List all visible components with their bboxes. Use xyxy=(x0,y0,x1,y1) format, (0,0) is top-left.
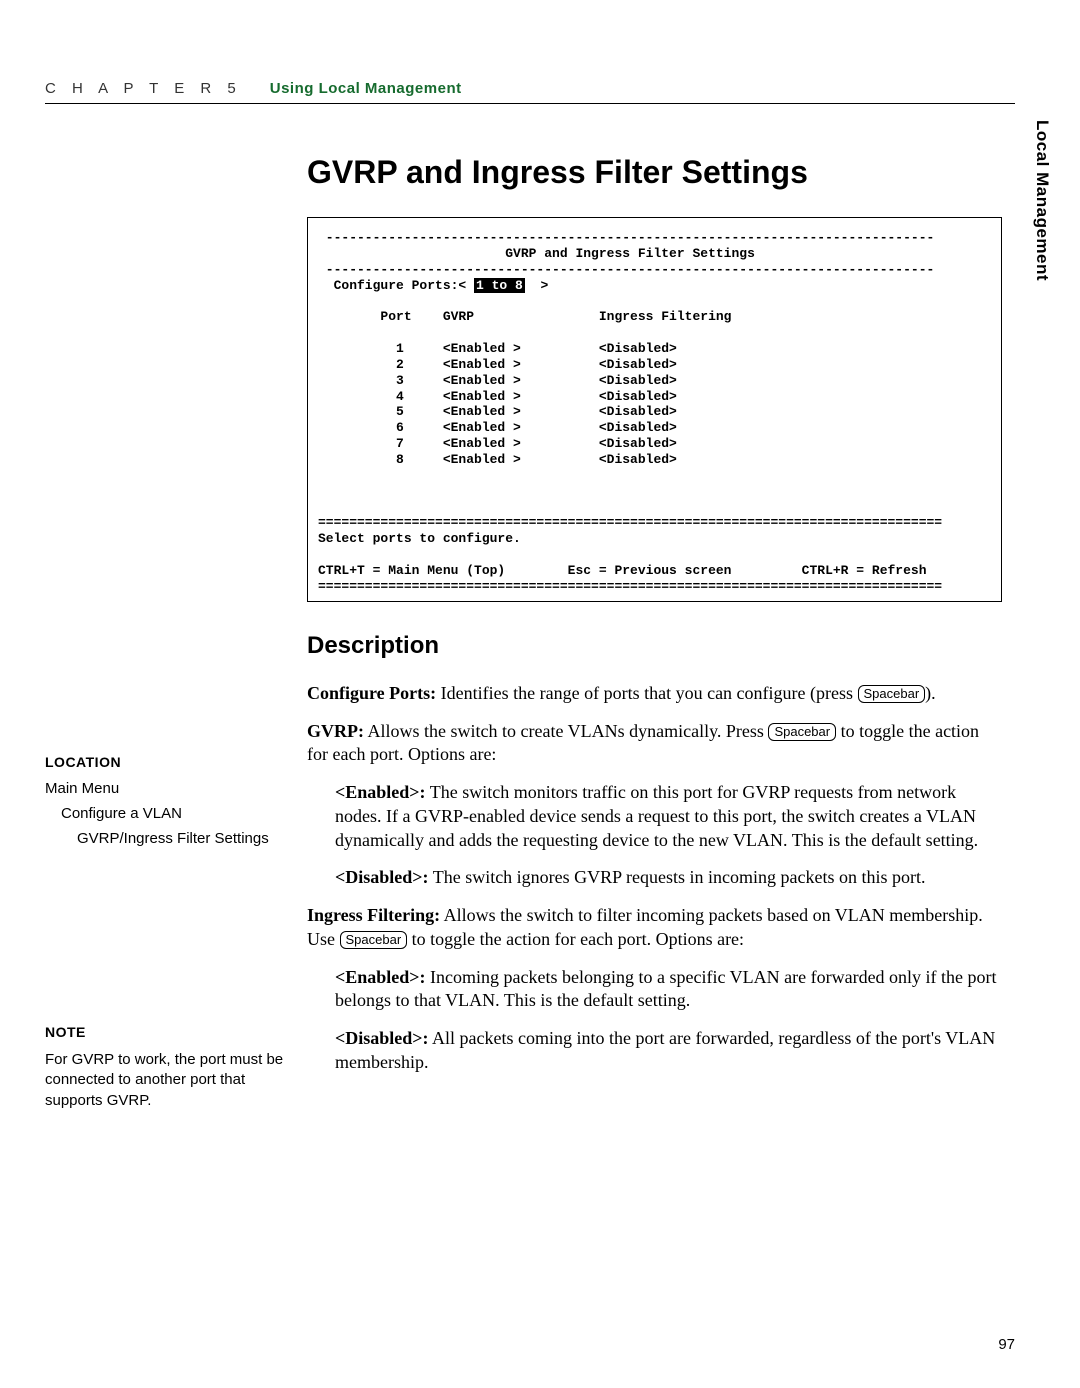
side-tab: Local Management xyxy=(1032,120,1052,281)
location-l0: Main Menu xyxy=(45,780,269,797)
location-l1: Configure a VLAN xyxy=(45,805,269,822)
ingress-disabled-label: <Disabled>: xyxy=(335,1028,429,1048)
page-number: 97 xyxy=(998,1336,1015,1353)
configure-ports-para: Configure Ports: Identifies the range of… xyxy=(307,682,1002,706)
gvrp-disabled-para: <Disabled>: The switch ignores GVRP requ… xyxy=(335,866,1002,890)
ingress-enabled-label: <Enabled>: xyxy=(335,967,426,987)
page-title: GVRP and Ingress Filter Settings xyxy=(307,154,1002,191)
spacebar-key-icon: Spacebar xyxy=(858,685,926,703)
note-text: For GVRP to work, the port must be conne… xyxy=(45,1050,290,1111)
ingress-para: Ingress Filtering: Allows the switch to … xyxy=(307,904,1002,952)
configure-ports-label: Configure Ports: xyxy=(307,683,436,703)
header: C H A P T E R 5 Using Local Management xyxy=(45,80,1015,104)
gvrp-disabled-label: <Disabled>: xyxy=(335,867,429,887)
header-title: Using Local Management xyxy=(270,80,462,97)
chapter-label: C H A P T E R 5 xyxy=(45,80,242,97)
gvrp-para: GVRP: Allows the switch to create VLANs … xyxy=(307,720,1002,768)
spacebar-key-icon: Spacebar xyxy=(340,931,408,949)
location-heading: LOCATION xyxy=(45,754,269,770)
gvrp-enabled-para: <Enabled>: The switch monitors traffic o… xyxy=(335,781,1002,852)
note-heading: NOTE xyxy=(45,1024,290,1040)
gvrp-label: GVRP: xyxy=(307,721,364,741)
ingress-enabled-para: <Enabled>: Incoming packets belonging to… xyxy=(335,966,1002,1014)
spacebar-key-icon: Spacebar xyxy=(768,723,836,741)
ingress-label: Ingress Filtering: xyxy=(307,905,440,925)
ingress-disabled-para: <Disabled>: All packets coming into the … xyxy=(335,1027,1002,1075)
description-heading: Description xyxy=(307,632,1002,660)
gvrp-enabled-label: <Enabled>: xyxy=(335,782,426,802)
location-l2: GVRP/Ingress Filter Settings xyxy=(45,830,269,847)
terminal-window: ----------------------------------------… xyxy=(307,217,1002,602)
